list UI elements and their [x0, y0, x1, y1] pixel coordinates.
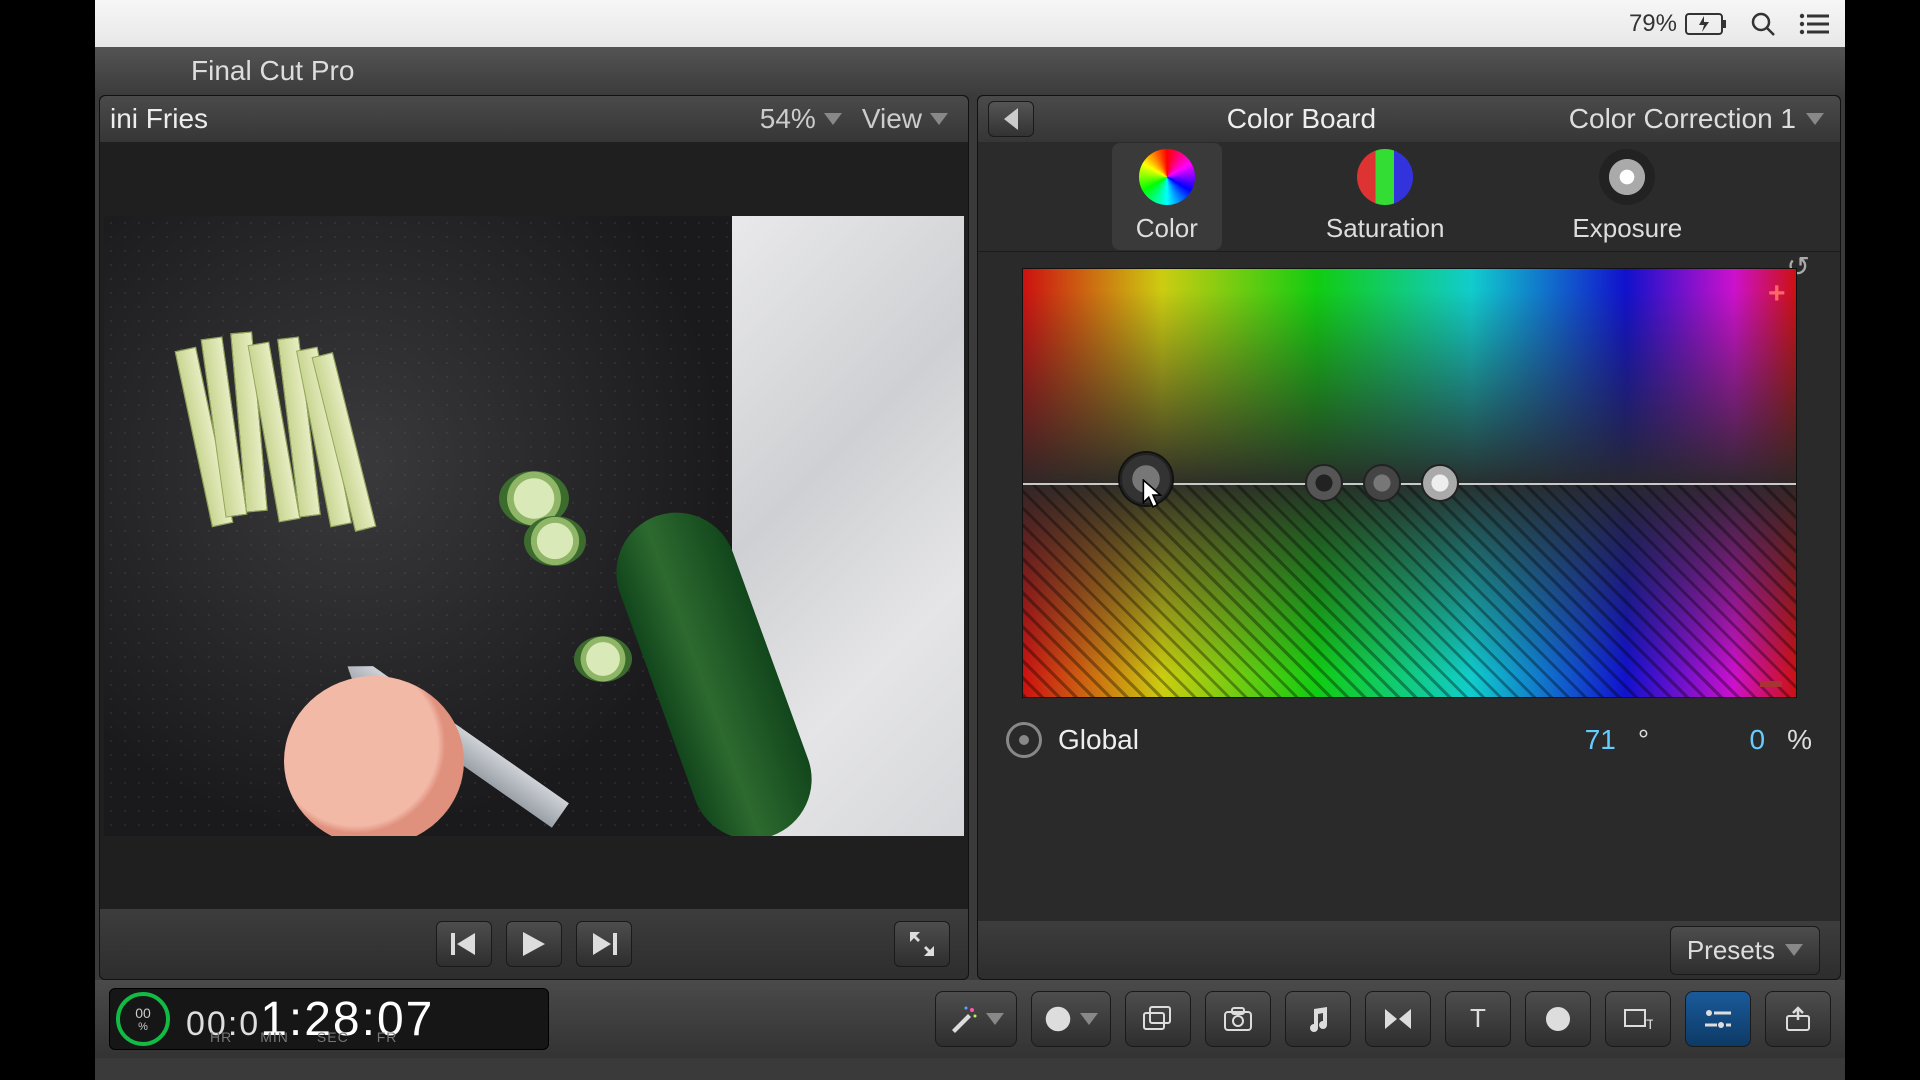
presets-label: Presets — [1687, 935, 1775, 966]
next-frame-button[interactable] — [576, 921, 632, 967]
puck-value-row: Global 71 ° 0 % — [978, 708, 1840, 772]
chevron-down-icon — [1806, 113, 1824, 125]
viewer-panel: ini Fries 54% View — [99, 95, 969, 980]
pct-unit: % — [1787, 724, 1812, 756]
app-name: Final Cut Pro — [191, 55, 354, 87]
exposure-icon — [1599, 149, 1655, 205]
music-browser-button[interactable] — [1285, 991, 1351, 1047]
tab-exposure-label: Exposure — [1572, 213, 1682, 244]
timecode-display[interactable]: 00 % 00:01:28:07 HR MIN SEC FR — [109, 988, 549, 1050]
svg-text:2: 2 — [1555, 1015, 1561, 1026]
correction-name: Color Correction 1 — [1569, 103, 1796, 135]
play-button[interactable] — [506, 921, 562, 967]
titles-browser-button[interactable]: T — [1445, 991, 1511, 1047]
fullscreen-button[interactable] — [894, 921, 950, 967]
selected-puck-label: Global — [1058, 724, 1139, 756]
retime-menu-button[interactable] — [1031, 991, 1111, 1047]
hue-value-field[interactable]: 71 — [1546, 724, 1616, 756]
color-wheel-icon — [1139, 149, 1195, 205]
timecode-labels: HR MIN SEC FR — [210, 1029, 397, 1045]
presets-dropdown[interactable]: Presets — [1670, 926, 1820, 975]
puck-highlights[interactable] — [1421, 464, 1459, 502]
spotlight-search-icon[interactable] — [1749, 10, 1777, 38]
viewer-zoom-dropdown[interactable]: 54% — [750, 103, 852, 135]
pct-value-field[interactable]: 0 — [1695, 724, 1765, 756]
themes-browser-button[interactable]: T — [1605, 991, 1671, 1047]
saturation-icon — [1357, 149, 1413, 205]
transport-bar — [100, 909, 968, 979]
svg-text:T: T — [1646, 1016, 1653, 1032]
puck-midtones[interactable] — [1363, 464, 1401, 502]
chevron-down-icon — [986, 1013, 1004, 1025]
colorboard-tabs: Color Saturation Exposure — [978, 142, 1840, 252]
svg-text:T: T — [1470, 1005, 1486, 1033]
reset-puck-button[interactable] — [1006, 722, 1042, 758]
inspector-panel: Color Board Color Correction 1 Color Sat… — [977, 95, 1841, 980]
viewer-canvas[interactable] — [100, 142, 968, 909]
inspector-toggle-button[interactable] — [1685, 991, 1751, 1047]
tab-exposure[interactable]: Exposure — [1548, 143, 1706, 250]
clip-title: ini Fries — [110, 103, 750, 135]
puck-shadows[interactable] — [1305, 464, 1343, 502]
inspector-footer: Presets — [978, 921, 1840, 979]
background-task-dial[interactable]: 00 % — [116, 992, 170, 1046]
viewer-view-dropdown[interactable]: View — [852, 103, 958, 135]
inspector-title: Color Board — [1034, 103, 1569, 135]
prev-frame-button[interactable] — [436, 921, 492, 967]
correction-dropdown[interactable]: Color Correction 1 — [1569, 103, 1840, 135]
share-button[interactable] — [1765, 991, 1831, 1047]
generators-browser-button[interactable]: 2 — [1525, 991, 1591, 1047]
battery-charging-icon — [1685, 13, 1727, 35]
viewer-zoom-value: 54% — [760, 103, 816, 135]
chevron-down-icon — [930, 113, 948, 125]
bottom-toolbar: 00 % 00:01:28:07 HR MIN SEC FR — [95, 980, 1845, 1058]
battery-indicator: 79% — [1629, 10, 1727, 38]
tab-saturation[interactable]: Saturation — [1302, 143, 1469, 250]
effects-browser-button[interactable] — [1125, 991, 1191, 1047]
hue-unit: ° — [1638, 724, 1649, 756]
inspector-back-button[interactable] — [988, 101, 1034, 137]
minus-icon — [1760, 681, 1782, 687]
menu-list-icon[interactable] — [1799, 13, 1829, 35]
battery-percent: 79% — [1629, 10, 1677, 38]
enhance-menu-button[interactable] — [935, 991, 1017, 1047]
puck-global[interactable] — [1120, 453, 1172, 505]
plus-icon: + — [1768, 277, 1786, 311]
photos-browser-button[interactable] — [1205, 991, 1271, 1047]
chevron-down-icon — [1785, 944, 1803, 956]
tab-color-label: Color — [1136, 213, 1198, 244]
video-frame — [104, 216, 964, 836]
macos-menubar: 79% — [95, 0, 1845, 47]
transitions-browser-button[interactable] — [1365, 991, 1431, 1047]
color-board[interactable]: + — [1022, 268, 1797, 698]
inspector-header: Color Board Color Correction 1 — [978, 96, 1840, 142]
app-titlebar: Final Cut Pro — [95, 47, 1845, 95]
chevron-down-icon — [1080, 1013, 1098, 1025]
viewer-header: ini Fries 54% View — [100, 96, 968, 142]
tab-saturation-label: Saturation — [1326, 213, 1445, 244]
tab-color[interactable]: Color — [1112, 143, 1222, 250]
viewer-view-label: View — [862, 103, 922, 135]
chevron-down-icon — [824, 113, 842, 125]
